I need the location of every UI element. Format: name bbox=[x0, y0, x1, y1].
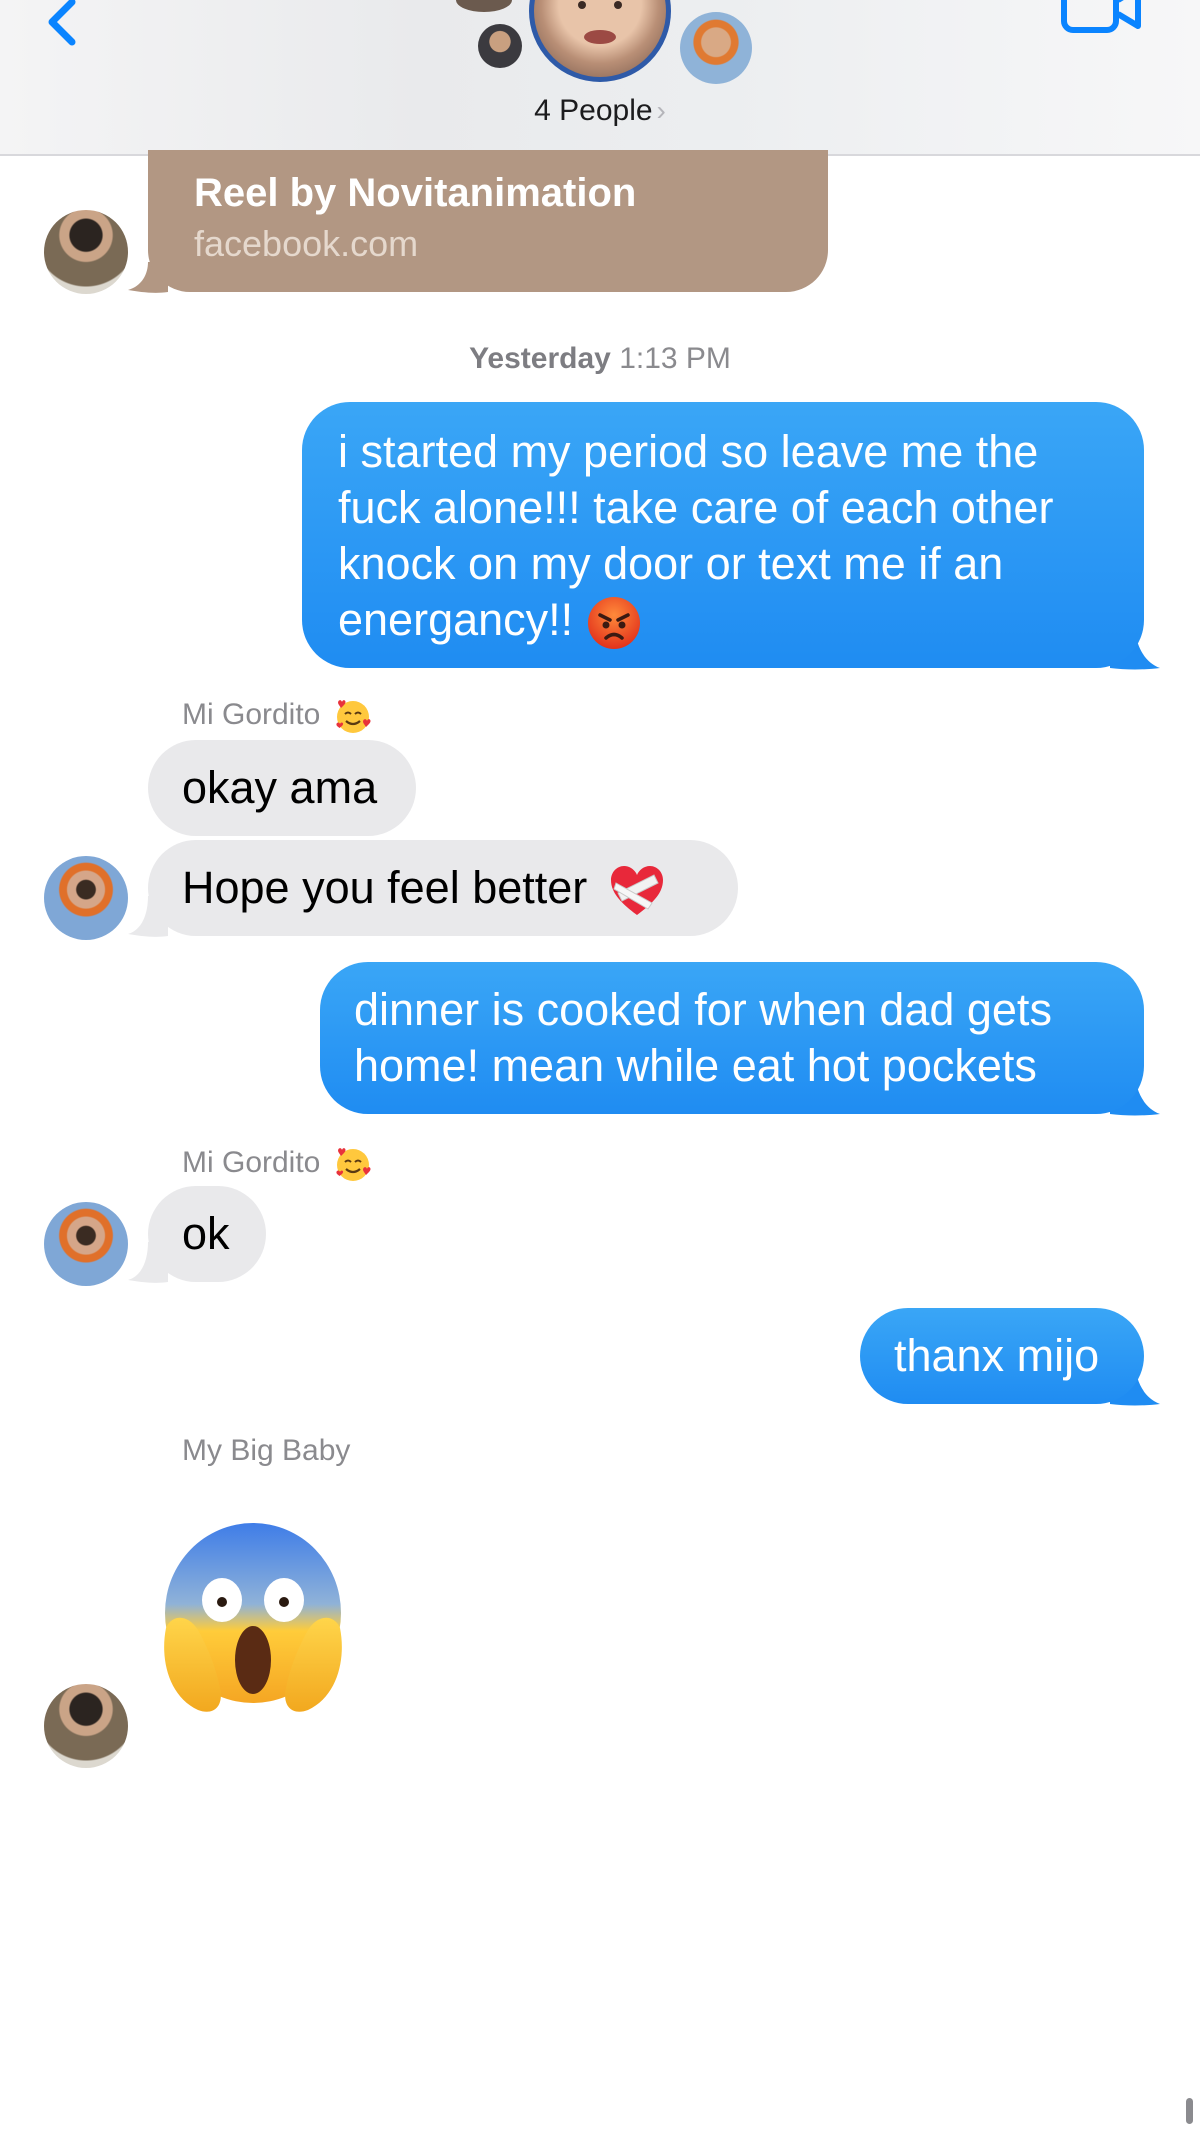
message-line: dinner is cooked for when dad gets bbox=[354, 984, 1052, 1035]
group-avatar-small[interactable] bbox=[478, 24, 522, 68]
smiling-face-with-hearts-icon bbox=[336, 700, 371, 733]
timestamp-day: Yesterday bbox=[469, 342, 611, 375]
people-count-label: 4 People bbox=[534, 94, 653, 127]
message-line: energancy!! bbox=[338, 594, 574, 645]
screaming-face-icon[interactable] bbox=[158, 1518, 348, 1718]
avatar-cowboy[interactable] bbox=[44, 210, 128, 294]
message-bubble-outgoing[interactable]: thanx mijo bbox=[860, 1308, 1144, 1404]
chevron-right-icon: › bbox=[656, 95, 666, 126]
sender-name: Mi Gordito bbox=[182, 1144, 373, 1184]
timestamp: Yesterday 1:13 PM bbox=[0, 342, 1200, 376]
message-text: okay ama bbox=[182, 762, 378, 813]
sender-name-text: Mi Gordito bbox=[182, 697, 321, 731]
avatar-mi-gordito[interactable] bbox=[44, 856, 128, 940]
message-text: Hope you feel better bbox=[182, 862, 588, 913]
link-preview-card[interactable]: Reel by Novitanimation facebook.com bbox=[148, 150, 828, 292]
scrollbar[interactable] bbox=[1186, 2098, 1193, 2124]
video-call-icon[interactable] bbox=[1060, 0, 1142, 34]
avatar-cowboy[interactable] bbox=[44, 1684, 128, 1768]
message-bubble-outgoing[interactable]: i started my period so leave me the fuck… bbox=[302, 402, 1144, 668]
message-bubble-incoming[interactable]: Hope you feel better bbox=[148, 840, 738, 936]
sender-name-text: My Big Baby bbox=[182, 1434, 351, 1467]
link-preview-title: Reel by Novitanimation bbox=[194, 171, 637, 215]
group-avatar-right[interactable] bbox=[680, 12, 752, 84]
message-line: home! mean while eat hot pockets bbox=[354, 1040, 1037, 1091]
child-face-icon bbox=[578, 1, 622, 44]
message-bubble-incoming[interactable]: okay ama bbox=[148, 740, 416, 836]
smiling-face-with-hearts-icon bbox=[336, 1148, 371, 1181]
message-bubble-incoming[interactable]: ok bbox=[148, 1186, 266, 1282]
angry-face-icon bbox=[587, 597, 640, 650]
timestamp-time: 1:13 PM bbox=[619, 342, 731, 375]
group-avatar-main[interactable] bbox=[529, 0, 671, 82]
link-preview-domain: facebook.com bbox=[194, 223, 419, 264]
message-bubble-outgoing[interactable]: dinner is cooked for when dad gets home!… bbox=[320, 962, 1144, 1114]
group-people-button[interactable]: 4 People › bbox=[0, 94, 1200, 128]
sender-name-text: Mi Gordito bbox=[182, 1145, 321, 1179]
back-chevron-icon[interactable] bbox=[38, 0, 98, 46]
conversation-header: 4 People › bbox=[0, 0, 1200, 156]
sender-name: Mi Gordito bbox=[182, 696, 373, 736]
message-text: ok bbox=[182, 1208, 230, 1259]
group-avatar-top[interactable] bbox=[456, 0, 512, 12]
avatar-mi-gordito[interactable] bbox=[44, 1202, 128, 1286]
mending-heart-icon bbox=[610, 866, 663, 916]
message-line: knock on my door or text me if an bbox=[338, 538, 1004, 589]
message-text: thanx mijo bbox=[894, 1330, 1100, 1381]
message-line: i started my period so leave me the bbox=[338, 426, 1039, 477]
message-line: fuck alone!!! take care of each other bbox=[338, 482, 1054, 533]
sender-name: My Big Baby bbox=[182, 1434, 350, 1468]
